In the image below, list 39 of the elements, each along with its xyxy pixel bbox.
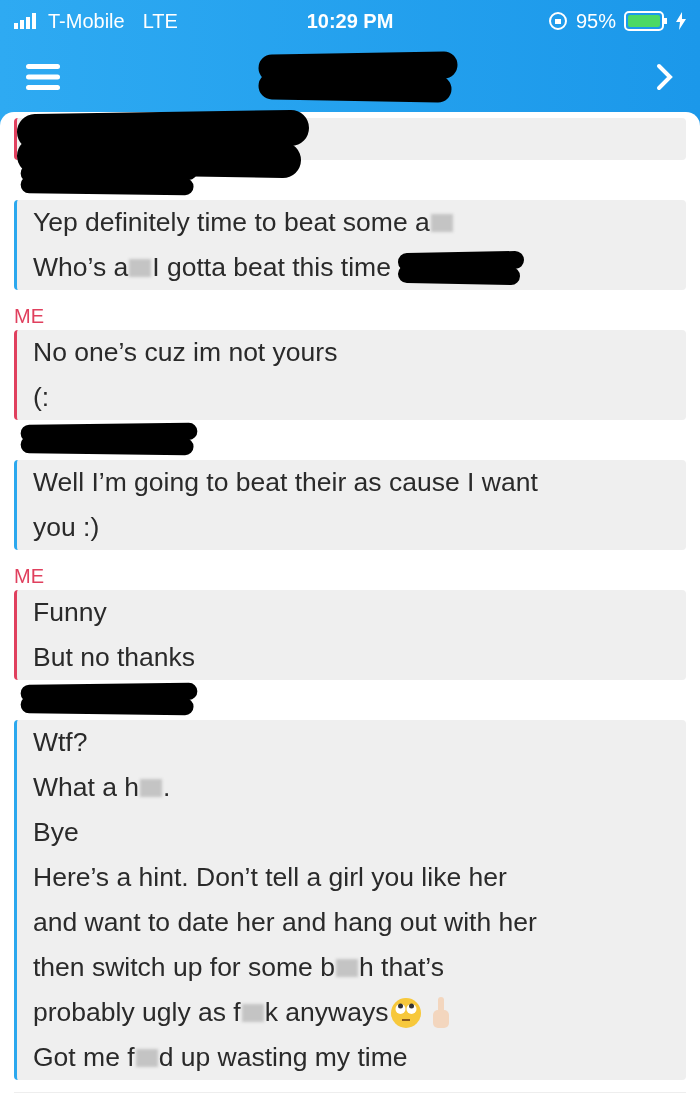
sender-label: ME	[14, 305, 44, 328]
message-text: Got me f	[33, 1042, 135, 1073]
blur-censor	[129, 258, 152, 277]
message-text: you :)	[33, 512, 100, 543]
message-text: But no thanks	[33, 642, 196, 673]
message-text: Well I’m going to beat their as cause I want	[33, 467, 538, 498]
blur-censor	[241, 1003, 264, 1022]
message-text: probably ugly as f	[33, 997, 241, 1028]
message-text: d up wasting my time	[158, 1042, 408, 1073]
network-type: LTE	[142, 9, 178, 33]
message-text: k anyways	[264, 997, 389, 1028]
message-text: and want to date her and hang out with her	[33, 907, 537, 938]
charging-icon	[676, 12, 686, 30]
battery-percent: 95%	[575, 9, 616, 33]
blur-censor	[335, 958, 358, 977]
message-text: No one’s cuz im not yours	[33, 337, 338, 368]
blur-censor	[140, 778, 163, 797]
battery-icon	[624, 11, 668, 31]
message-text: Here’s a hint. Don’t tell a girl you like her	[33, 862, 507, 893]
message-text: Yep definitely time to beat some a	[33, 207, 430, 238]
blur-censor	[430, 213, 453, 232]
message-text: Wtf?	[33, 727, 88, 758]
message-text: then switch up for some b	[33, 952, 335, 983]
message-text: (:	[33, 382, 50, 413]
message-text: h that’s	[358, 952, 444, 983]
sender-label: ME	[14, 565, 44, 588]
rotation-lock-icon	[547, 11, 568, 31]
message-text: Who’s a	[33, 252, 129, 283]
clock: 10:29 PM	[306, 9, 394, 33]
eye-roll-emoji-icon	[390, 996, 423, 1029]
message-text: Bye	[33, 817, 79, 848]
blur-censor	[135, 1048, 158, 1067]
message-text: I gotta beat this time	[152, 252, 391, 283]
message-text: What a h	[33, 772, 140, 803]
chevron-right-icon[interactable]	[656, 63, 674, 91]
message-text: .	[163, 772, 171, 803]
carrier-name: T-Mobile	[48, 9, 125, 33]
message-text: Funny	[33, 597, 107, 628]
menu-icon[interactable]	[26, 63, 60, 91]
